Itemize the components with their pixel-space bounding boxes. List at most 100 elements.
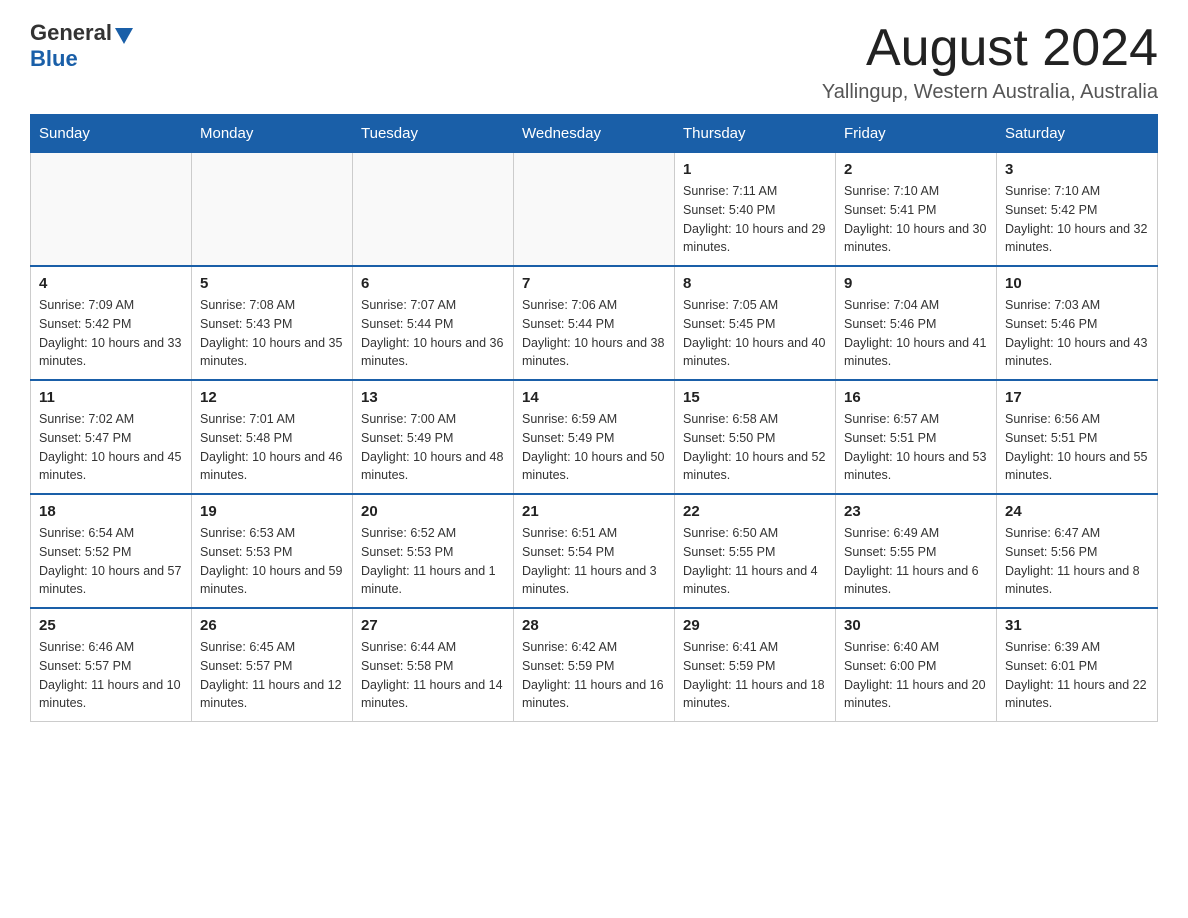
calendar-cell [192, 153, 353, 267]
day-number: 26 [200, 617, 344, 634]
calendar-cell: 3Sunrise: 7:10 AM Sunset: 5:42 PM Daylig… [997, 153, 1158, 267]
calendar-cell: 25 Sunrise: 6:46 AM Sunset: 5:57 PM Dayli… [31, 608, 192, 722]
day-info: Sunrise: 6:58 AM Sunset: 5:50 PM Dayligh… [683, 410, 827, 485]
day-info: Sunrise: 7:06 AM Sunset: 5:44 PM Dayligh… [522, 296, 666, 371]
day-info: Sunrise: 7:08 AM Sunset: 5:43 PM Dayligh… [200, 296, 344, 371]
day-number: 6 [361, 275, 505, 292]
calendar-cell: 8 Sunrise: 7:05 AM Sunset: 5:45 PM Daylig… [675, 266, 836, 380]
calendar-cell: 20Sunrise: 6:52 AM Sunset: 5:53 PM Dayli… [353, 494, 514, 608]
calendar-day-header: Friday [836, 115, 997, 153]
page-header: General Blue August 2024 Yallingup, West… [30, 20, 1158, 104]
title-section: August 2024 Yallingup, Western Australia… [822, 20, 1158, 104]
day-number: 31 [1005, 617, 1149, 634]
calendar-week-row: 4Sunrise: 7:09 AM Sunset: 5:42 PM Daylig… [31, 266, 1158, 380]
day-info: Sunrise: 6:56 AM Sunset: 5:51 PM Dayligh… [1005, 410, 1149, 485]
calendar-cell: 15 Sunrise: 6:58 AM Sunset: 5:50 PM Dayli… [675, 380, 836, 494]
day-number: 23 [844, 503, 988, 520]
calendar-cell: 17 Sunrise: 6:56 AM Sunset: 5:51 PM Dayli… [997, 380, 1158, 494]
day-info: Sunrise: 7:01 AM Sunset: 5:48 PM Dayligh… [200, 410, 344, 485]
calendar-cell: 13 Sunrise: 7:00 AM Sunset: 5:49 PM Dayli… [353, 380, 514, 494]
calendar-cell: 18Sunrise: 6:54 AM Sunset: 5:52 PM Dayli… [31, 494, 192, 608]
calendar-cell: 2 Sunrise: 7:10 AM Sunset: 5:41 PM Daylig… [836, 153, 997, 267]
day-number: 11 [39, 389, 183, 406]
calendar-week-row: 1 Sunrise: 7:11 AM Sunset: 5:40 PM Daylig… [31, 153, 1158, 267]
calendar-cell: 28Sunrise: 6:42 AM Sunset: 5:59 PM Dayli… [514, 608, 675, 722]
calendar-cell: 11 Sunrise: 7:02 AM Sunset: 5:47 PM Dayli… [31, 380, 192, 494]
calendar-day-header: Thursday [675, 115, 836, 153]
calendar-day-header: Monday [192, 115, 353, 153]
location-title: Yallingup, Western Australia, Australia [822, 81, 1158, 104]
calendar-week-row: 11 Sunrise: 7:02 AM Sunset: 5:47 PM Dayli… [31, 380, 1158, 494]
day-number: 16 [844, 389, 988, 406]
day-info: Sunrise: 6:57 AM Sunset: 5:51 PM Dayligh… [844, 410, 988, 485]
calendar-cell: 16 Sunrise: 6:57 AM Sunset: 5:51 PM Dayli… [836, 380, 997, 494]
day-info: Sunrise: 6:42 AM Sunset: 5:59 PM Dayligh… [522, 638, 666, 713]
day-number: 24 [1005, 503, 1149, 520]
day-info: Sunrise: 7:00 AM Sunset: 5:49 PM Dayligh… [361, 410, 505, 485]
logo: General Blue [30, 20, 133, 72]
day-info: Sunrise: 7:10 AM Sunset: 5:41 PM Dayligh… [844, 182, 988, 257]
day-info: Sunrise: 6:52 AM Sunset: 5:53 PM Dayligh… [361, 524, 505, 599]
day-info: Sunrise: 6:47 AM Sunset: 5:56 PM Dayligh… [1005, 524, 1149, 599]
day-info: Sunrise: 7:03 AM Sunset: 5:46 PM Dayligh… [1005, 296, 1149, 371]
day-info: Sunrise: 6:53 AM Sunset: 5:53 PM Dayligh… [200, 524, 344, 599]
calendar-cell: 6Sunrise: 7:07 AM Sunset: 5:44 PM Daylig… [353, 266, 514, 380]
day-number: 2 [844, 161, 988, 178]
day-number: 19 [200, 503, 344, 520]
calendar-week-row: 18Sunrise: 6:54 AM Sunset: 5:52 PM Dayli… [31, 494, 1158, 608]
calendar-cell: 30 Sunrise: 6:40 AM Sunset: 6:00 PM Dayli… [836, 608, 997, 722]
calendar-header-row: SundayMondayTuesdayWednesdayThursdayFrid… [31, 115, 1158, 153]
day-number: 5 [200, 275, 344, 292]
day-info: Sunrise: 6:46 AM Sunset: 5:57 PM Dayligh… [39, 638, 183, 713]
calendar-day-header: Sunday [31, 115, 192, 153]
day-info: Sunrise: 6:40 AM Sunset: 6:00 PM Dayligh… [844, 638, 988, 713]
logo-blue-text: Blue [30, 46, 78, 71]
day-number: 25 [39, 617, 183, 634]
day-number: 12 [200, 389, 344, 406]
calendar-cell [514, 153, 675, 267]
day-number: 10 [1005, 275, 1149, 292]
calendar-cell: 19 Sunrise: 6:53 AM Sunset: 5:53 PM Dayli… [192, 494, 353, 608]
day-info: Sunrise: 7:11 AM Sunset: 5:40 PM Dayligh… [683, 182, 827, 257]
day-number: 9 [844, 275, 988, 292]
calendar-day-header: Tuesday [353, 115, 514, 153]
day-number: 29 [683, 617, 827, 634]
calendar-cell: 12 Sunrise: 7:01 AM Sunset: 5:48 PM Dayli… [192, 380, 353, 494]
calendar-cell: 24 Sunrise: 6:47 AM Sunset: 5:56 PM Dayli… [997, 494, 1158, 608]
calendar-cell: 5 Sunrise: 7:08 AM Sunset: 5:43 PM Daylig… [192, 266, 353, 380]
day-number: 14 [522, 389, 666, 406]
calendar-day-header: Saturday [997, 115, 1158, 153]
day-number: 4 [39, 275, 183, 292]
logo-general-text: General [30, 20, 112, 46]
logo-arrow-icon [115, 28, 133, 44]
calendar-cell: 9 Sunrise: 7:04 AM Sunset: 5:46 PM Daylig… [836, 266, 997, 380]
day-number: 3 [1005, 161, 1149, 178]
day-info: Sunrise: 6:49 AM Sunset: 5:55 PM Dayligh… [844, 524, 988, 599]
calendar-cell: 23 Sunrise: 6:49 AM Sunset: 5:55 PM Dayli… [836, 494, 997, 608]
day-number: 22 [683, 503, 827, 520]
day-number: 17 [1005, 389, 1149, 406]
day-number: 8 [683, 275, 827, 292]
day-info: Sunrise: 6:39 AM Sunset: 6:01 PM Dayligh… [1005, 638, 1149, 713]
calendar-cell: 27Sunrise: 6:44 AM Sunset: 5:58 PM Dayli… [353, 608, 514, 722]
day-info: Sunrise: 6:45 AM Sunset: 5:57 PM Dayligh… [200, 638, 344, 713]
calendar-cell: 1 Sunrise: 7:11 AM Sunset: 5:40 PM Daylig… [675, 153, 836, 267]
day-info: Sunrise: 6:59 AM Sunset: 5:49 PM Dayligh… [522, 410, 666, 485]
calendar-cell [353, 153, 514, 267]
day-number: 1 [683, 161, 827, 178]
day-info: Sunrise: 6:44 AM Sunset: 5:58 PM Dayligh… [361, 638, 505, 713]
calendar-week-row: 25 Sunrise: 6:46 AM Sunset: 5:57 PM Dayli… [31, 608, 1158, 722]
day-number: 21 [522, 503, 666, 520]
day-info: Sunrise: 7:04 AM Sunset: 5:46 PM Dayligh… [844, 296, 988, 371]
calendar-cell [31, 153, 192, 267]
day-info: Sunrise: 7:05 AM Sunset: 5:45 PM Dayligh… [683, 296, 827, 371]
calendar-cell: 22 Sunrise: 6:50 AM Sunset: 5:55 PM Dayli… [675, 494, 836, 608]
day-number: 15 [683, 389, 827, 406]
day-number: 30 [844, 617, 988, 634]
day-info: Sunrise: 6:51 AM Sunset: 5:54 PM Dayligh… [522, 524, 666, 599]
calendar-table: SundayMondayTuesdayWednesdayThursdayFrid… [30, 114, 1158, 722]
day-info: Sunrise: 7:02 AM Sunset: 5:47 PM Dayligh… [39, 410, 183, 485]
day-number: 13 [361, 389, 505, 406]
day-info: Sunrise: 6:50 AM Sunset: 5:55 PM Dayligh… [683, 524, 827, 599]
calendar-day-header: Wednesday [514, 115, 675, 153]
